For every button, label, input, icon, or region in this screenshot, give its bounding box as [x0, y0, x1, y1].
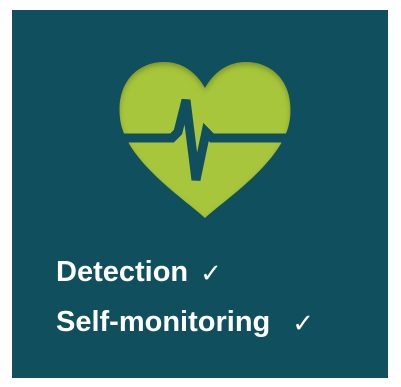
feature-list: Detection ✓ Self-monitoring ✓: [56, 258, 314, 337]
health-tile: Detection ✓ Self-monitoring ✓: [12, 10, 388, 378]
check-icon: ✓: [292, 307, 315, 338]
feature-label: Self-monitoring: [56, 306, 271, 338]
feature-self-monitoring: Self-monitoring ✓: [56, 308, 314, 337]
feature-label: Detection: [56, 256, 189, 288]
heart-pulse-icon: [116, 60, 294, 220]
feature-detection: Detection ✓: [56, 258, 314, 287]
check-icon: ✓: [200, 257, 222, 288]
